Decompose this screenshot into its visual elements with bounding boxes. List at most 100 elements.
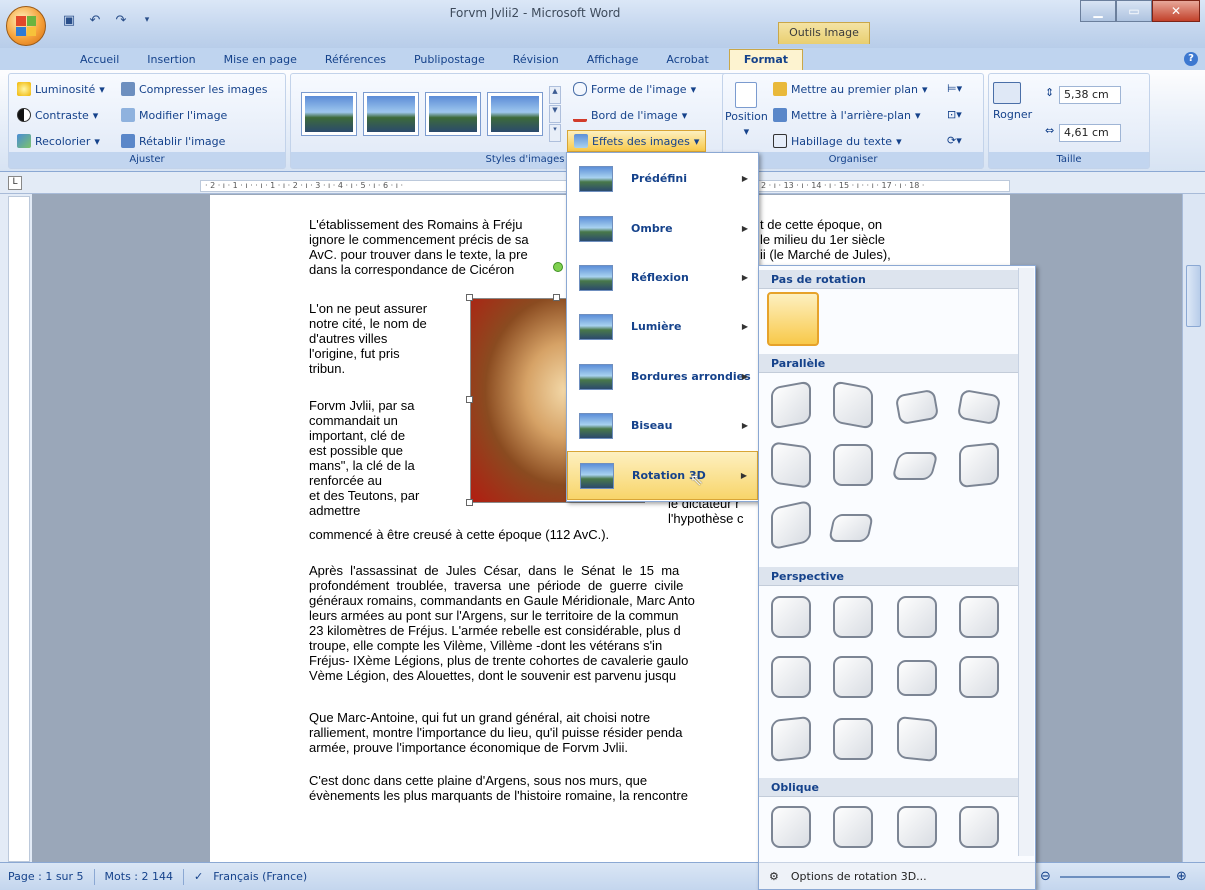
contraste-button[interactable]: Contraste ▾ <box>17 108 98 122</box>
menu-item-reflexion[interactable]: Réflexion ▶ <box>567 253 758 302</box>
rotation-option[interactable] <box>833 380 873 430</box>
style-thumbnail-1[interactable] <box>301 92 357 136</box>
rotation-option-none[interactable] <box>767 292 819 346</box>
arriere-plan-button[interactable]: Mettre à l'arrière-plan ▾ <box>773 108 920 122</box>
spellcheck-icon[interactable]: ✓ <box>194 870 203 883</box>
page-indicator[interactable]: Page : 1 sur 5 <box>8 870 84 883</box>
bord-image-button[interactable]: Bord de l'image ▾ <box>573 108 687 122</box>
rotation-option[interactable] <box>959 441 999 489</box>
rotation-option[interactable] <box>897 596 937 638</box>
crop-icon <box>993 82 1021 104</box>
luminosite-button[interactable]: Luminosité ▾ <box>17 82 105 96</box>
resize-handle[interactable] <box>466 294 473 301</box>
rotation-option[interactable] <box>833 718 873 760</box>
undo-icon[interactable]: ↶ <box>84 10 106 30</box>
gallery-down-button[interactable]: ▼ <box>549 105 561 123</box>
menu-item-predefini[interactable]: Prédéfini ▶ <box>567 154 758 203</box>
tab-selector[interactable]: L <box>8 176 22 190</box>
height-spinner[interactable]: 5,38 cm <box>1059 86 1121 104</box>
vertical-ruler[interactable] <box>8 196 30 862</box>
rotation-option[interactable] <box>833 596 873 638</box>
rotation-options-footer[interactable]: ⚙ Options de rotation 3D... <box>759 862 1035 889</box>
rotation-option[interactable] <box>956 388 1002 426</box>
premier-plan-button[interactable]: Mettre au premier plan ▾ <box>773 82 928 96</box>
resize-handle[interactable] <box>466 499 473 506</box>
menu-item-bordures-arrondies[interactable]: Bordures arrondies ▶ <box>567 352 758 401</box>
tab-insertion[interactable]: Insertion <box>133 50 209 70</box>
tab-accueil[interactable]: Accueil <box>66 50 133 70</box>
rotation-option[interactable] <box>894 388 940 426</box>
group-icon[interactable]: ⊡▾ <box>947 108 962 121</box>
tab-acrobat[interactable]: Acrobat <box>652 50 722 70</box>
rotation-option[interactable] <box>959 806 999 848</box>
resize-handle[interactable] <box>466 396 473 403</box>
rotation-option[interactable] <box>833 444 873 486</box>
menu-item-rotation-3d[interactable]: Rotation 3D ▶ <box>567 451 758 500</box>
menu-item-ombre[interactable]: Ombre ▶ <box>567 204 758 253</box>
tab-format[interactable]: Format <box>728 49 804 70</box>
help-icon[interactable]: ? <box>1184 52 1198 66</box>
rotation-option[interactable] <box>959 596 999 638</box>
position-button[interactable]: Position ▾ <box>725 82 768 138</box>
rogner-button[interactable]: Rogner <box>993 82 1032 121</box>
resize-handle[interactable] <box>553 294 560 301</box>
rotation-option[interactable] <box>897 806 937 848</box>
word-count[interactable]: Mots : 2 144 <box>105 870 173 883</box>
effets-images-button[interactable]: Effets des images ▾ <box>567 130 707 152</box>
section-oblique: Oblique <box>759 778 1019 797</box>
options-rotation-3d-link[interactable]: Options de rotation 3D... <box>791 870 927 883</box>
recolorier-button[interactable]: Recolorier ▾ <box>17 134 100 148</box>
rotation-option[interactable] <box>833 656 873 698</box>
maximize-button[interactable]: ▭ <box>1116 0 1152 22</box>
retablir-image-button[interactable]: Rétablir l'image <box>121 134 225 148</box>
habillage-texte-button[interactable]: Habillage du texte ▾ <box>773 134 902 148</box>
gallery-more-button[interactable]: ▾ <box>549 124 561 142</box>
rotation-option[interactable] <box>771 499 811 551</box>
mouse-cursor-icon: ⇖ <box>690 470 704 489</box>
width-spinner[interactable]: 4,61 cm <box>1059 124 1121 142</box>
rotation-option[interactable] <box>959 656 999 698</box>
save-icon[interactable]: ▣ <box>58 10 80 30</box>
style-thumbnail-4[interactable] <box>487 92 543 136</box>
tab-mise-en-page[interactable]: Mise en page <box>210 50 311 70</box>
rotation-handle[interactable] <box>553 262 563 272</box>
zoom-slider[interactable] <box>1060 876 1170 878</box>
rotation-option[interactable] <box>771 441 811 489</box>
menu-item-biseau[interactable]: Biseau ▶ <box>567 401 758 450</box>
rotation-option[interactable] <box>833 806 873 848</box>
rotation-option[interactable] <box>828 514 874 542</box>
style-thumbnail-2[interactable] <box>363 92 419 136</box>
office-button[interactable] <box>6 6 46 46</box>
tab-references[interactable]: Références <box>311 50 400 70</box>
menu-item-lumiere[interactable]: Lumière ▶ <box>567 302 758 351</box>
rotation-option[interactable] <box>897 715 937 763</box>
scrollbar-thumb[interactable] <box>1186 265 1201 327</box>
rotation-option[interactable] <box>771 656 811 698</box>
section-perspective: Perspective <box>759 567 1019 586</box>
rotation-option[interactable] <box>771 715 811 763</box>
redo-icon[interactable]: ↷ <box>110 10 132 30</box>
align-icon[interactable]: ⊨▾ <box>947 82 962 95</box>
forme-image-button[interactable]: Forme de l'image ▾ <box>573 82 696 96</box>
close-button[interactable]: ✕ <box>1152 0 1200 22</box>
shape-icon <box>573 82 587 96</box>
gallery-scrollbar[interactable] <box>1018 268 1034 856</box>
compresser-images-button[interactable]: Compresser les images <box>121 82 267 96</box>
minimize-button[interactable]: ▁ <box>1080 0 1116 22</box>
modifier-image-button[interactable]: Modifier l'image <box>121 108 227 122</box>
style-thumbnail-3[interactable] <box>425 92 481 136</box>
tab-publipostage[interactable]: Publipostage <box>400 50 499 70</box>
zoom-in-icon[interactable]: ⊕ <box>1176 869 1187 884</box>
rotation-option[interactable] <box>771 380 811 430</box>
rotation-option[interactable] <box>771 596 811 638</box>
tab-affichage[interactable]: Affichage <box>573 50 653 70</box>
language-indicator[interactable]: Français (France) <box>213 870 307 883</box>
tab-revision[interactable]: Révision <box>499 50 573 70</box>
zoom-out-icon[interactable]: ⊖ <box>1040 869 1051 884</box>
rotation-option[interactable] <box>771 806 811 848</box>
rotate-icon[interactable]: ⟳▾ <box>947 134 962 147</box>
rotation-option[interactable] <box>891 452 939 480</box>
gallery-up-button[interactable]: ▲ <box>549 86 561 104</box>
customize-qat-icon[interactable]: ▾ <box>136 10 158 30</box>
rotation-option[interactable] <box>897 660 937 696</box>
